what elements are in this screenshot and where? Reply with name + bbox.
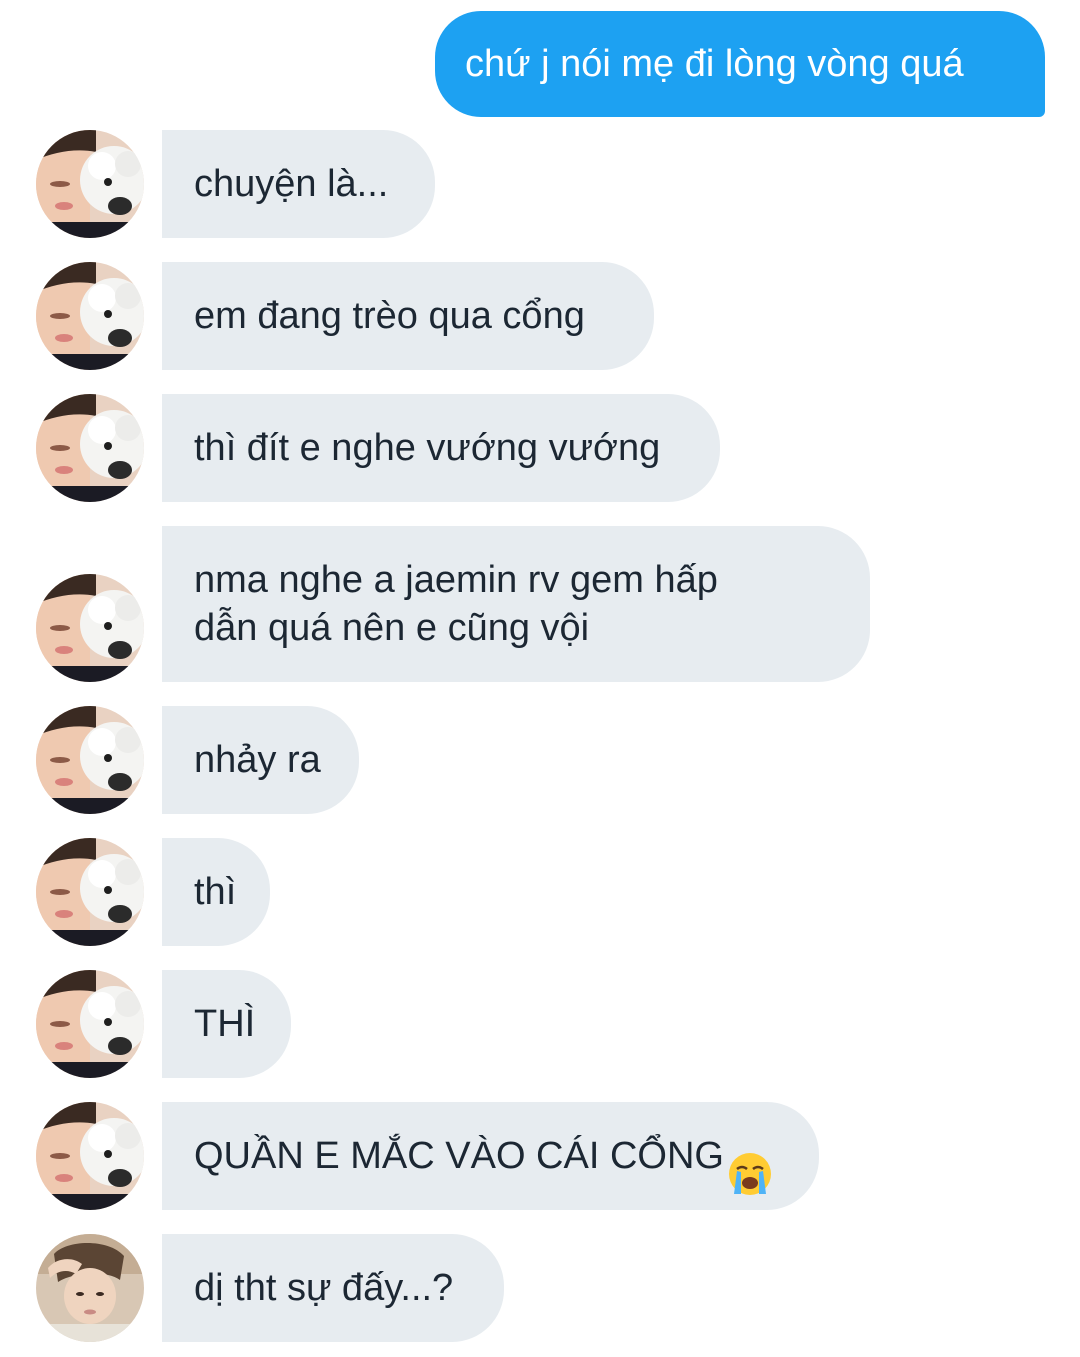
received-message-text: em đang trèo qua cổng — [194, 295, 585, 337]
dog-person-avatar[interactable] — [36, 394, 144, 502]
dog-person-avatar[interactable] — [36, 838, 144, 946]
person-avatar[interactable] — [36, 1234, 144, 1342]
received-message-text: THÌ — [194, 1003, 256, 1045]
received-message-text: QUẦN E MẮC VÀO CÁI CỔNG — [194, 1135, 724, 1177]
sent-message-text: chứ j nói mẹ đi lòng vòng quá — [465, 43, 964, 85]
received-message-text: nma nghe a jaemin rv gem hấp dẫn quá nên… — [194, 559, 718, 649]
received-message-bubble[interactable]: dị tht sự đấy...? — [162, 1234, 504, 1342]
person-with-dog-avatar-image — [36, 574, 144, 682]
received-message-text: thì đít e nghe vướng vướng — [194, 427, 661, 469]
received-message-text: nhảy ra — [194, 739, 321, 781]
person-with-dog-avatar-image — [36, 262, 144, 370]
loudly-crying-face-emoji — [726, 1102, 774, 1210]
dog-person-avatar[interactable] — [36, 262, 144, 370]
received-message-bubble[interactable]: thì đít e nghe vướng vướng — [162, 394, 720, 502]
dog-person-avatar[interactable] — [36, 970, 144, 1078]
received-message-bubble[interactable]: QUẦN E MẮC VÀO CÁI CỔNG — [162, 1102, 819, 1210]
received-message-text: thì — [194, 871, 237, 913]
person-hand-on-head-avatar-image — [36, 1234, 144, 1342]
person-with-dog-avatar-image — [36, 838, 144, 946]
person-with-dog-avatar-image — [36, 1102, 144, 1210]
received-message-text: dị tht sự đấy...? — [194, 1267, 454, 1309]
person-with-dog-avatar-image — [36, 706, 144, 814]
received-message-text: chuyện là... — [194, 163, 389, 205]
dog-person-avatar[interactable] — [36, 706, 144, 814]
message-thread: chứ j nói mẹ đi lòng vòng quá chuyện là.… — [0, 0, 1080, 1357]
person-with-dog-avatar-image — [36, 130, 144, 238]
dog-person-avatar[interactable] — [36, 130, 144, 238]
person-with-dog-avatar-image — [36, 970, 144, 1078]
received-message-bubble[interactable]: em đang trèo qua cổng — [162, 262, 654, 370]
received-message-bubble[interactable]: nma nghe a jaemin rv gem hấp dẫn quá nên… — [162, 526, 870, 682]
received-message-bubble[interactable]: THÌ — [162, 970, 291, 1078]
received-message-bubble[interactable]: chuyện là... — [162, 130, 435, 238]
person-with-dog-avatar-image — [36, 394, 144, 502]
received-message-bubble[interactable]: thì — [162, 838, 270, 946]
dog-person-avatar[interactable] — [36, 574, 144, 682]
dog-person-avatar[interactable] — [36, 1102, 144, 1210]
received-message-bubble[interactable]: nhảy ra — [162, 706, 359, 814]
sent-message-bubble[interactable]: chứ j nói mẹ đi lòng vòng quá — [435, 11, 1045, 117]
